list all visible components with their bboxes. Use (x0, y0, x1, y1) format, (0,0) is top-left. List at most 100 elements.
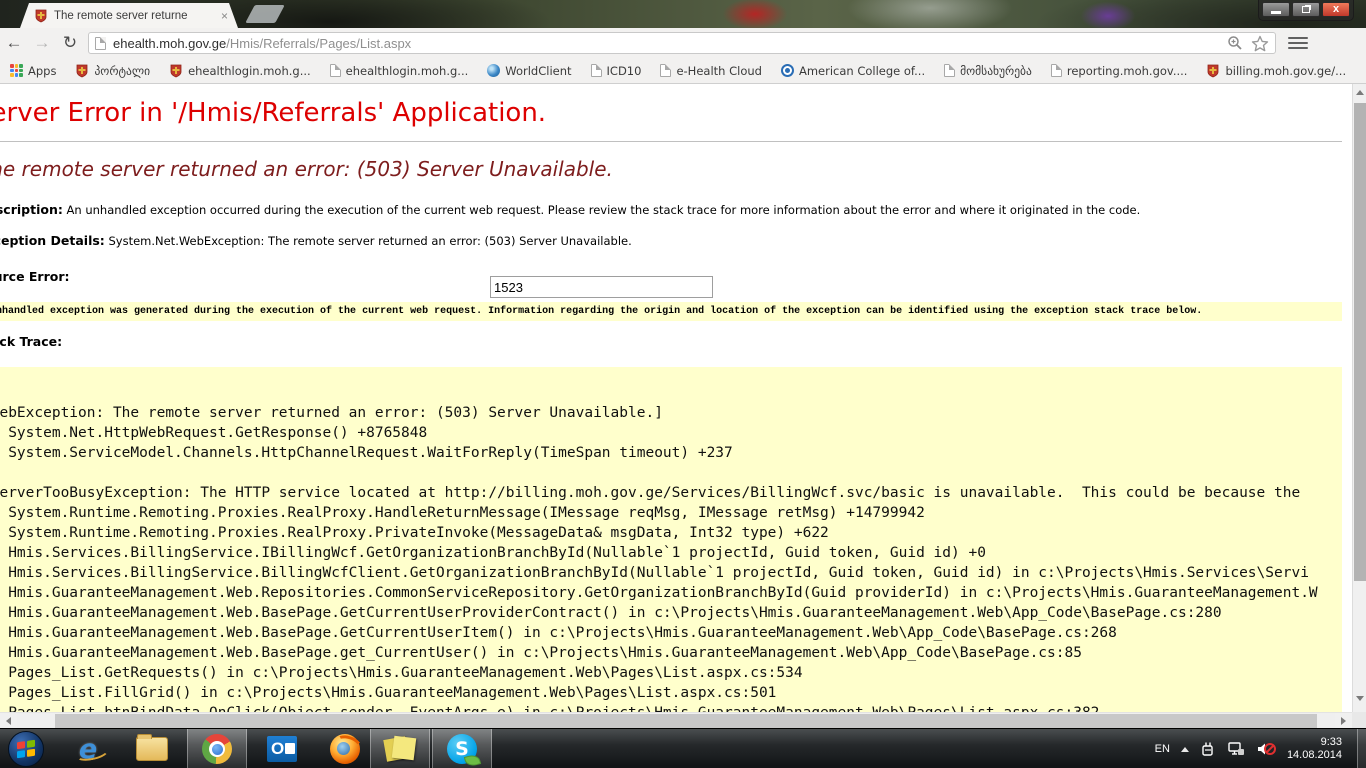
description-label: Description: (0, 202, 63, 217)
chrome-icon (202, 734, 232, 764)
exception-text: System.Net.WebException: The remote serv… (108, 234, 631, 248)
bookmark-portal[interactable]: პორტალი (75, 64, 150, 78)
volume-muted-icon[interactable] (1256, 741, 1276, 757)
bookmark-label: American College of... (799, 64, 925, 78)
bookmark-billing[interactable]: billing.moh.gov.ge/... (1206, 64, 1346, 78)
language-indicator[interactable]: EN (1155, 743, 1170, 755)
outlook-icon: O (267, 736, 297, 762)
scroll-left-button[interactable] (0, 713, 17, 729)
page-icon (944, 64, 955, 77)
crest-icon (75, 64, 89, 78)
page-icon (1051, 64, 1062, 77)
internet-explorer-icon: e (79, 734, 97, 765)
power-plug-icon[interactable] (1200, 741, 1216, 757)
crest-icon (1206, 64, 1220, 78)
forward-icon[interactable]: → (28, 33, 56, 53)
folder-icon (136, 737, 168, 761)
browser-tab[interactable]: The remote server returne × (20, 3, 238, 28)
bookmark-momsakhureba[interactable]: მომსახურება (944, 64, 1032, 78)
stack-trace-label: Stack Trace: (0, 334, 62, 349)
exception-banner: An unhandled exception was generated dur… (0, 302, 1342, 321)
page-icon (591, 64, 602, 77)
bookmark-ehealth-cloud[interactable]: e-Health Cloud (660, 64, 762, 78)
source-error-label: Source Error: (0, 269, 70, 284)
new-tab-button[interactable] (245, 5, 285, 23)
divider (0, 141, 1342, 142)
page-title: Server Error in '/Hmis/Referrals' Applic… (0, 98, 1342, 128)
url-domain: ehealth.moh.gov.ge (113, 36, 226, 51)
bookmark-label: ehealthlogin.moh.g... (346, 64, 469, 78)
bookmark-label: ICD10 (607, 64, 642, 78)
clock[interactable]: 9:33 14.08.2014 (1287, 736, 1342, 762)
page-icon (330, 64, 341, 77)
bookmark-icd10[interactable]: ICD10 (591, 64, 642, 78)
description-text: An unhandled exception occurred during t… (67, 203, 1141, 217)
bookmark-american-college[interactable]: American College of... (781, 64, 925, 78)
window-controls: x (1258, 0, 1354, 21)
bookmark-apps[interactable]: Apps (10, 64, 56, 78)
globe-icon (487, 64, 500, 77)
system-tray: EN 9:33 14.08.2014 (1155, 729, 1342, 768)
bookmark-label: WorldClient (505, 64, 571, 78)
close-button[interactable]: x (1322, 2, 1350, 17)
crest-icon (169, 64, 183, 78)
page-icon (95, 37, 106, 50)
restore-button[interactable] (1292, 2, 1320, 17)
scroll-right-button[interactable] (1335, 713, 1352, 729)
page-icon (660, 64, 671, 77)
scrollbar-corner (1352, 712, 1366, 728)
error-subtitle: The remote server returned an error: (50… (0, 157, 1342, 181)
address-bar[interactable]: ehealth.moh.gov.ge/Hmis/Referrals/Pages/… (88, 32, 1276, 54)
show-hidden-icons-button[interactable] (1181, 747, 1189, 752)
ring-icon (781, 64, 794, 77)
taskbar-internet-explorer[interactable]: e (58, 729, 118, 768)
close-tab-icon[interactable]: × (221, 9, 228, 23)
taskbar-skype[interactable]: S (432, 729, 492, 768)
tray-time: 9:33 (1287, 736, 1342, 749)
arrow-up-icon (1356, 90, 1364, 95)
arrow-right-icon (1341, 717, 1346, 725)
tray-date: 14.08.2014 (1287, 749, 1342, 762)
sticky-notes-icon (385, 735, 415, 763)
url-path: /Hmis/Referrals/Pages/List.aspx (226, 36, 411, 51)
horizontal-scrollbar[interactable] (0, 712, 1352, 728)
taskbar-windows-explorer[interactable] (122, 729, 182, 768)
menu-icon[interactable] (1288, 34, 1308, 52)
bookmarks-bar: Apps პორტალი ehealthlogin.moh.g... eheal… (0, 58, 1366, 84)
stack-trace-text: [WebException: The remote server returne… (0, 367, 1342, 723)
bookmark-star-icon[interactable] (1251, 35, 1269, 52)
horizontal-scrollbar-thumb[interactable] (55, 714, 1317, 728)
bookmark-worldclient[interactable]: WorldClient (487, 64, 571, 78)
taskbar-outlook[interactable]: O (252, 729, 312, 768)
reload-icon[interactable]: ↻ (56, 33, 84, 53)
error-page: Server Error in '/Hmis/Referrals' Applic… (0, 84, 1366, 728)
minimize-button[interactable] (1262, 2, 1290, 17)
description-line: Description: An unhandled exception occu… (0, 202, 1342, 217)
bookmark-label: Apps (28, 64, 56, 78)
bookmark-ehealthlogin-1[interactable]: ehealthlogin.moh.g... (169, 64, 311, 78)
scroll-up-button[interactable] (1353, 84, 1366, 101)
bookmark-reporting[interactable]: reporting.moh.gov.... (1051, 64, 1188, 78)
bookmark-ehealthlogin-2[interactable]: ehealthlogin.moh.g... (330, 64, 469, 78)
zoom-icon[interactable] (1227, 35, 1243, 51)
vertical-scrollbar[interactable] (1352, 84, 1366, 712)
taskbar-sticky-notes[interactable] (370, 729, 430, 768)
scroll-down-button[interactable] (1353, 690, 1366, 707)
exception-line: Exception Details: System.Net.WebExcepti… (0, 233, 1342, 248)
bookmark-label: e-Health Cloud (676, 64, 762, 78)
bookmark-label: ehealthlogin.moh.g... (188, 64, 311, 78)
vertical-scrollbar-thumb[interactable] (1354, 103, 1366, 581)
show-desktop-button[interactable] (1357, 729, 1366, 768)
page-content: Server Error in '/Hmis/Referrals' Applic… (0, 84, 1342, 248)
bookmark-label: მომსახურება (960, 64, 1032, 78)
network-icon[interactable] (1227, 741, 1245, 757)
taskbar-firefox[interactable] (315, 729, 375, 768)
bookmark-label: პორტალი (94, 64, 150, 78)
start-button[interactable] (8, 731, 44, 767)
back-icon[interactable]: ← (0, 33, 28, 53)
taskbar-chrome[interactable] (187, 729, 247, 768)
restore-icon (1302, 6, 1310, 13)
source-error-input[interactable] (490, 276, 713, 298)
url-text[interactable]: ehealth.moh.gov.ge/Hmis/Referrals/Pages/… (113, 36, 1227, 51)
georgian-crest-favicon-icon (34, 9, 48, 23)
